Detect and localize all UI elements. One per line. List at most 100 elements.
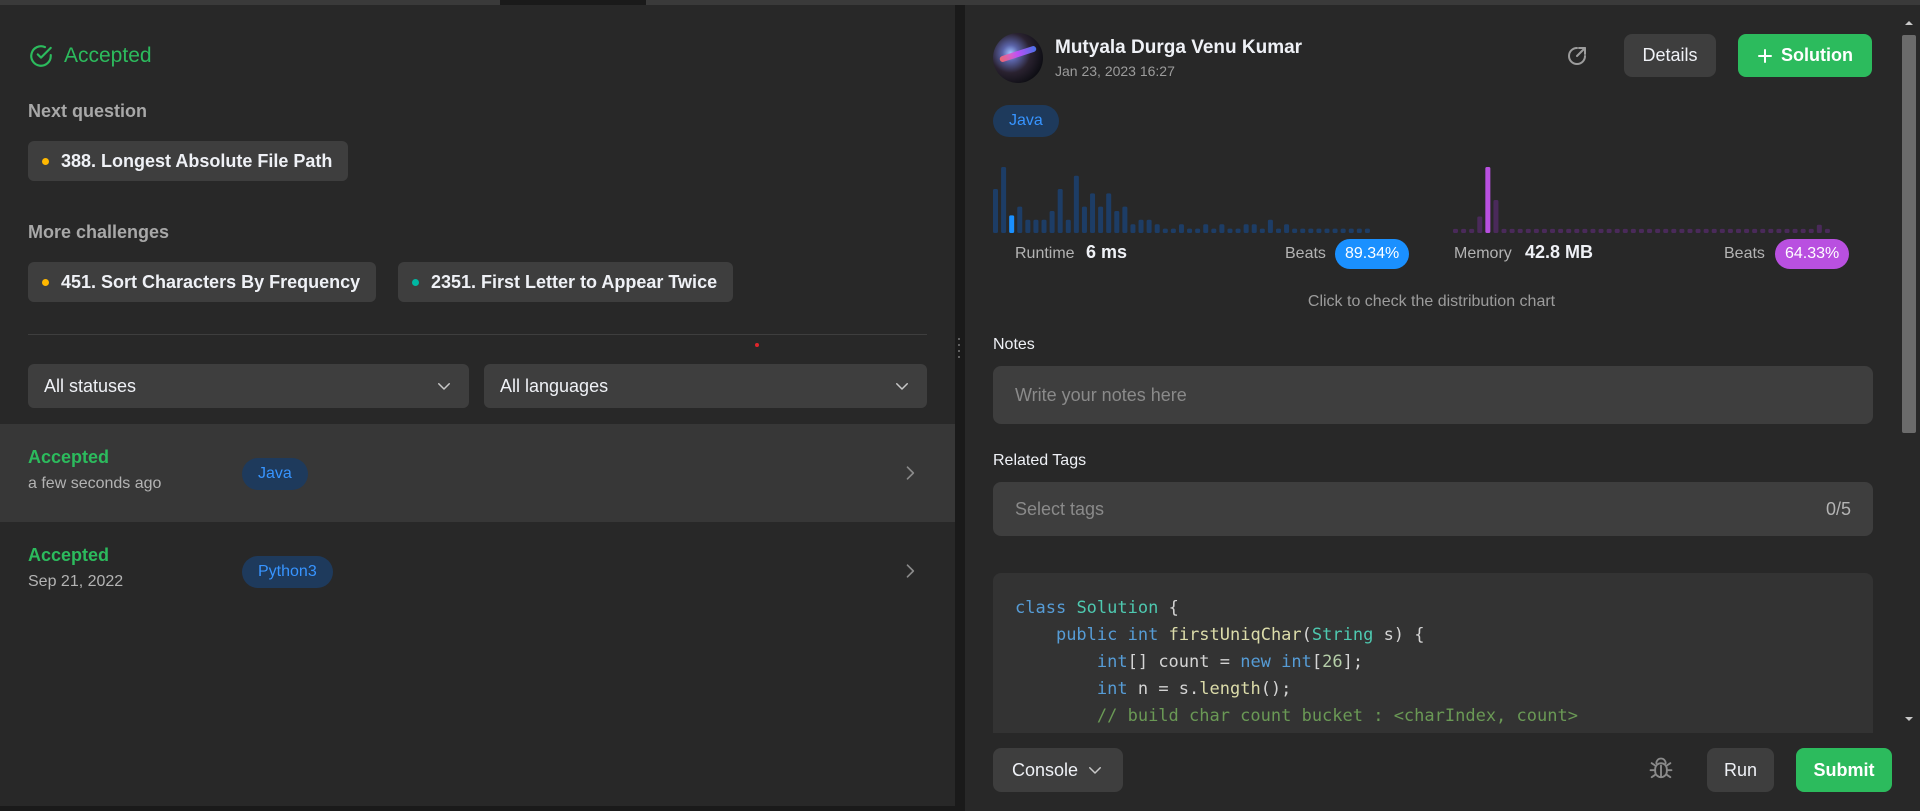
- debug-button[interactable]: [1647, 755, 1677, 785]
- runtime-histogram-bar: [1187, 228, 1193, 233]
- code-line: int[] count = new int[26];: [1096, 652, 1364, 672]
- memory-histogram-bar: [1671, 228, 1677, 233]
- run-button[interactable]: Run: [1707, 748, 1774, 792]
- runtime-histogram-bar: [1033, 219, 1039, 233]
- memory-histogram-bar: [1630, 228, 1636, 233]
- share-button[interactable]: [1562, 41, 1592, 71]
- status-filter-select[interactable]: All statuses: [28, 364, 469, 408]
- memory-histogram-bar: [1517, 228, 1523, 233]
- challenge-chip[interactable]: 2351. First Letter to Appear Twice: [398, 262, 734, 302]
- runtime-histogram-bar: [1049, 211, 1055, 233]
- next-question-chip[interactable]: 388. Longest Absolute File Path: [28, 141, 349, 181]
- plus-icon: [1758, 48, 1772, 63]
- user-name[interactable]: Mutyala Durga Venu Kumar: [1055, 37, 1302, 59]
- notes-input[interactable]: [993, 366, 1873, 424]
- chevron-down-icon: [438, 383, 450, 390]
- challenge-title: 2351. First Letter to Appear Twice: [431, 271, 718, 292]
- runtime-histogram-bar: [1162, 228, 1168, 233]
- code-viewer[interactable]: class Solution { public int firstUniqCha…: [993, 573, 1873, 733]
- challenge-title: 451. Sort Characters By Frequency: [61, 271, 361, 292]
- runtime-histogram-bar: [1275, 228, 1281, 233]
- runtime-histogram[interactable]: [993, 163, 1373, 233]
- memory-histogram-bar: [1485, 167, 1491, 233]
- runtime-histogram-chart: [993, 167, 1370, 233]
- runtime-histogram-bar: [1292, 228, 1298, 233]
- medium-difficulty-dot: [42, 157, 49, 165]
- runtime-histogram-bar: [1259, 228, 1265, 233]
- memory-histogram-bar: [1727, 228, 1733, 233]
- memory-histogram-bar: [1582, 228, 1588, 233]
- submission-detail-panel: Mutyala Durga Venu Kumar Jan 23, 2023 16…: [965, 5, 1898, 733]
- runtime-histogram-bar: [1138, 219, 1144, 233]
- memory-histogram-bar: [1606, 228, 1612, 233]
- memory-histogram-bar: [1703, 228, 1709, 233]
- code-line: class Solution {: [1015, 598, 1179, 618]
- tags-count: 0/5: [1825, 498, 1851, 519]
- details-button[interactable]: Details: [1624, 34, 1716, 77]
- runtime-histogram-bar: [1178, 224, 1184, 233]
- memory-beats-badge: 64.33%: [1775, 239, 1850, 269]
- vertical-scrollbar[interactable]: [1898, 5, 1920, 733]
- language-filter-select[interactable]: All languages: [484, 364, 927, 408]
- tags-placeholder: Select tags: [1015, 498, 1105, 519]
- next-question-title: 388. Longest Absolute File Path: [61, 150, 333, 171]
- memory-histogram-bar: [1776, 228, 1782, 233]
- runtime-histogram-bar: [1308, 228, 1314, 233]
- language-badge: Java: [993, 105, 1059, 137]
- memory-histogram-bar: [1687, 228, 1693, 233]
- runtime-histogram-bar: [1348, 228, 1354, 233]
- runtime-histogram-bar: [1041, 219, 1047, 233]
- memory-histogram-bar: [1824, 228, 1830, 233]
- submission-row[interactable]: Accepted Sep 21, 2022 Python3: [0, 522, 955, 620]
- distribution-chart-link[interactable]: Click to check the distribution chart: [965, 293, 1898, 311]
- bug-icon: [1649, 757, 1673, 779]
- challenge-chip[interactable]: 451. Sort Characters By Frequency: [28, 262, 377, 302]
- code-line: // build char count bucket : <charIndex,…: [1096, 706, 1578, 726]
- solution-button-label: Solution: [1781, 45, 1853, 65]
- panel-resize-handle[interactable]: [955, 5, 965, 811]
- memory-histogram-bar: [1711, 228, 1717, 233]
- runtime-value: 6 ms: [1086, 242, 1128, 262]
- medium-difficulty-dot: [42, 278, 49, 286]
- memory-histogram[interactable]: [1453, 163, 1833, 233]
- memory-histogram-bar: [1509, 228, 1515, 233]
- memory-histogram-bar: [1760, 228, 1766, 233]
- console-toggle-button[interactable]: Console: [993, 748, 1123, 792]
- memory-histogram-bar: [1655, 228, 1661, 233]
- chevron-right-icon: [906, 564, 915, 578]
- chevron-down-icon: [896, 383, 908, 390]
- submission-time: a few seconds ago: [28, 475, 162, 492]
- scroll-down-arrow-icon[interactable]: [1903, 713, 1915, 725]
- runtime-histogram-bar: [1114, 211, 1120, 233]
- runtime-histogram-bar: [1324, 228, 1330, 233]
- submission-time: Sep 21, 2022: [28, 573, 124, 590]
- memory-histogram-bar: [1541, 228, 1547, 233]
- submission-status: Accepted: [28, 545, 110, 565]
- runtime-histogram-bar: [993, 189, 999, 233]
- scrollbar-thumb[interactable]: [1902, 35, 1916, 433]
- avatar[interactable]: [993, 33, 1043, 83]
- memory-histogram-bar: [1533, 228, 1539, 233]
- submit-button[interactable]: Submit: [1796, 748, 1892, 792]
- memory-histogram-bar: [1461, 228, 1467, 233]
- runtime-histogram-bar: [1203, 224, 1209, 233]
- memory-histogram-bar: [1558, 228, 1564, 233]
- submission-language-badge: Java: [242, 458, 308, 490]
- runtime-histogram-bar: [1316, 228, 1322, 233]
- solution-button[interactable]: Solution: [1738, 34, 1872, 77]
- memory-value: 42.8 MB: [1525, 242, 1594, 262]
- chevron-down-icon: [1089, 767, 1102, 774]
- runtime-histogram-bar: [1243, 224, 1249, 233]
- runtime-beats-badge: 89.34%: [1335, 239, 1410, 269]
- memory-histogram-bar: [1735, 228, 1741, 233]
- runtime-histogram-bar: [1219, 224, 1225, 233]
- scroll-up-arrow-icon[interactable]: [1903, 17, 1915, 29]
- memory-histogram-bar: [1784, 228, 1790, 233]
- tags-select[interactable]: Select tags 0/5: [993, 482, 1873, 536]
- memory-histogram-bar: [1598, 228, 1604, 233]
- submission-row[interactable]: Accepted a few seconds ago Java: [0, 424, 955, 522]
- runtime-histogram-bar: [1009, 215, 1015, 233]
- memory-beats-label: Beats: [1724, 245, 1765, 262]
- memory-histogram-bar: [1768, 228, 1774, 233]
- code-line: int n = s.length();: [1096, 679, 1292, 699]
